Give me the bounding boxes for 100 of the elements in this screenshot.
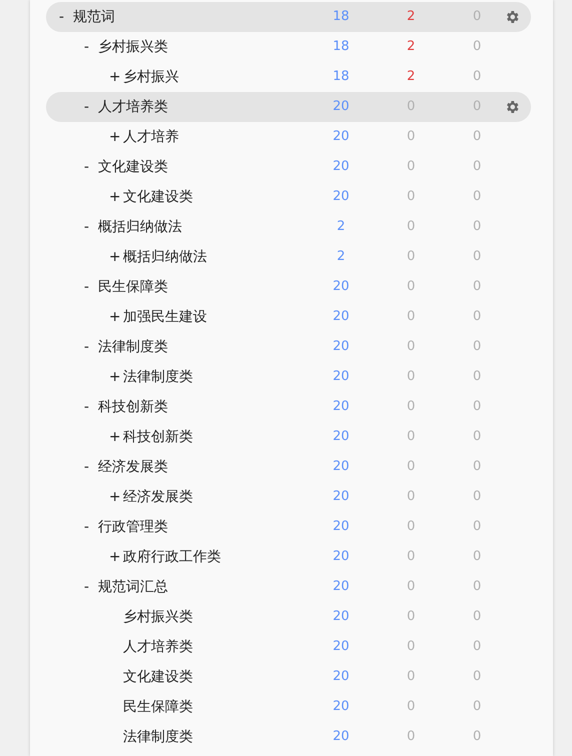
count-cell-text: 20 bbox=[332, 458, 350, 476]
tree-row[interactable]: + 乡村振兴 18 2 0 bbox=[46, 62, 531, 92]
count-cell-text: 18 bbox=[332, 8, 350, 26]
count-cell-text: 20 bbox=[332, 548, 350, 566]
tree-label[interactable]: 人才培养类 bbox=[98, 96, 168, 118]
toggle-marker[interactable]: + bbox=[109, 426, 123, 448]
tree-label[interactable]: 乡村振兴类 bbox=[98, 36, 168, 58]
tree-row[interactable]: - 文化建设类 20 0 0 bbox=[46, 152, 531, 182]
toggle-marker[interactable]: - bbox=[84, 156, 98, 178]
count-cell-text: 0 bbox=[472, 38, 482, 56]
tree-row[interactable]: + 文化建设类 20 0 0 bbox=[46, 182, 531, 212]
tree-row[interactable]: - 行政管理类 20 0 0 bbox=[46, 512, 531, 542]
toggle-marker[interactable]: + bbox=[109, 306, 123, 328]
count-cell-text: 0 bbox=[406, 128, 416, 146]
toggle-marker[interactable]: - bbox=[84, 396, 98, 418]
tree-row[interactable]: 民生保障类 20 0 0 bbox=[46, 692, 531, 722]
toggle-marker[interactable]: - bbox=[59, 6, 73, 28]
count-cell-text: 0 bbox=[472, 248, 482, 266]
settings-icon[interactable] bbox=[504, 99, 520, 115]
count-cell-text: 0 bbox=[472, 128, 482, 146]
tree-label[interactable]: 法律制度类 bbox=[123, 366, 193, 388]
toggle-marker[interactable]: - bbox=[84, 36, 98, 58]
count-cell-text: 0 bbox=[472, 188, 482, 206]
tree-label[interactable]: 法律制度类 bbox=[98, 336, 168, 358]
tree-label[interactable]: 加强民生建设 bbox=[123, 306, 207, 328]
toggle-marker[interactable]: - bbox=[84, 576, 98, 598]
count-cell-text: 20 bbox=[332, 128, 350, 146]
toggle-marker[interactable]: + bbox=[109, 126, 123, 148]
count-cell-text: 0 bbox=[472, 428, 482, 446]
tree-label[interactable]: 民生保障类 bbox=[98, 276, 168, 298]
tree-row[interactable]: - 乡村振兴类 18 2 0 bbox=[46, 32, 531, 62]
count-cell-text: 0 bbox=[472, 368, 482, 386]
toggle-marker[interactable]: + bbox=[109, 366, 123, 388]
toggle-marker[interactable]: + bbox=[109, 186, 123, 208]
tree-row[interactable]: + 法律制度类 20 0 0 bbox=[46, 362, 531, 392]
tree-row[interactable]: 法律制度类 20 0 0 bbox=[46, 722, 531, 752]
toggle-marker[interactable]: - bbox=[84, 96, 98, 118]
toggle-marker[interactable]: - bbox=[84, 276, 98, 298]
count-cell-text: 0 bbox=[406, 668, 416, 686]
tree-label[interactable]: 人才培养 bbox=[123, 126, 179, 148]
count-cell-text: 0 bbox=[406, 248, 416, 266]
toggle-marker[interactable]: + bbox=[109, 486, 123, 508]
count-cell-text: 2 bbox=[406, 8, 416, 26]
tree-label[interactable]: 人才培养类 bbox=[123, 636, 193, 658]
toggle-marker[interactable]: - bbox=[84, 516, 98, 538]
toggle-marker[interactable]: - bbox=[84, 456, 98, 478]
tree-label[interactable]: 经济发展类 bbox=[98, 456, 168, 478]
tree-label[interactable]: 概括归纳做法 bbox=[98, 216, 182, 238]
tree-row[interactable]: + 加强民生建设 20 0 0 bbox=[46, 302, 531, 332]
tree-row[interactable]: - 规范词汇总 20 0 0 bbox=[46, 572, 531, 602]
count-cell-text: 0 bbox=[472, 68, 482, 86]
count-cell-text: 20 bbox=[332, 158, 350, 176]
tree-label[interactable]: 文化建设类 bbox=[123, 186, 193, 208]
tree-label[interactable]: 概括归纳做法 bbox=[123, 246, 207, 268]
tree-label[interactable]: 文化建设类 bbox=[98, 156, 168, 178]
tree-row[interactable]: - 民生保障类 20 0 0 bbox=[46, 272, 531, 302]
count-cell-text: 0 bbox=[406, 338, 416, 356]
tree-row[interactable]: + 政府行政工作类 20 0 0 bbox=[46, 542, 531, 572]
count-cell-text: 18 bbox=[332, 38, 350, 56]
toggle-marker[interactable]: + bbox=[109, 546, 123, 568]
count-cell-text: 0 bbox=[406, 428, 416, 446]
settings-icon[interactable] bbox=[504, 9, 520, 25]
count-cell-text: 0 bbox=[472, 698, 482, 716]
tree-label[interactable]: 民生保障类 bbox=[123, 696, 193, 718]
count-cell-text: 2 bbox=[406, 38, 416, 56]
count-cell-text: 20 bbox=[332, 338, 350, 356]
count-cell-text: 20 bbox=[332, 728, 350, 746]
tree-label[interactable]: 规范词 bbox=[73, 6, 115, 28]
tree-label[interactable]: 规范词汇总 bbox=[98, 576, 168, 598]
tree-label[interactable]: 行政管理类 bbox=[98, 516, 168, 538]
tree-row[interactable]: + 概括归纳做法 2 0 0 bbox=[46, 242, 531, 272]
toggle-marker[interactable]: + bbox=[109, 246, 123, 268]
tree-row[interactable]: + 科技创新类 20 0 0 bbox=[46, 422, 531, 452]
tree-label[interactable]: 科技创新类 bbox=[98, 396, 168, 418]
tree-row[interactable]: - 经济发展类 20 0 0 bbox=[46, 452, 531, 482]
count-cell-text: 20 bbox=[332, 98, 350, 116]
tree-row[interactable]: 人才培养类 20 0 0 bbox=[46, 632, 531, 662]
tree-row[interactable]: + 人才培养 20 0 0 bbox=[46, 122, 531, 152]
tree-label[interactable]: 科技创新类 bbox=[123, 426, 193, 448]
tree-row[interactable]: - 法律制度类 20 0 0 bbox=[46, 332, 531, 362]
tree-label[interactable]: 经济发展类 bbox=[123, 486, 193, 508]
tree-row[interactable]: + 经济发展类 20 0 0 bbox=[46, 482, 531, 512]
count-cell-text: 0 bbox=[406, 308, 416, 326]
count-cell-text: 20 bbox=[332, 428, 350, 446]
count-cell-text: 0 bbox=[406, 368, 416, 386]
tree-row[interactable]: - 科技创新类 20 0 0 bbox=[46, 392, 531, 422]
tree-row[interactable]: 文化建设类 20 0 0 bbox=[46, 662, 531, 692]
count-cell-text: 0 bbox=[406, 698, 416, 716]
count-cell-text: 20 bbox=[332, 608, 350, 626]
toggle-marker[interactable]: + bbox=[109, 66, 123, 88]
tree-row[interactable]: 乡村振兴类 20 0 0 bbox=[46, 602, 531, 632]
toggle-marker[interactable]: - bbox=[84, 336, 98, 358]
tree-row[interactable]: - 概括归纳做法 2 0 0 bbox=[46, 212, 531, 242]
tree-label[interactable]: 文化建设类 bbox=[123, 666, 193, 688]
tree-label[interactable]: 乡村振兴类 bbox=[123, 606, 193, 628]
toggle-marker[interactable]: - bbox=[84, 216, 98, 238]
count-cell-text: 20 bbox=[332, 578, 350, 596]
tree-label[interactable]: 法律制度类 bbox=[123, 726, 193, 748]
tree-label[interactable]: 乡村振兴 bbox=[123, 66, 179, 88]
tree-label[interactable]: 政府行政工作类 bbox=[123, 546, 221, 568]
